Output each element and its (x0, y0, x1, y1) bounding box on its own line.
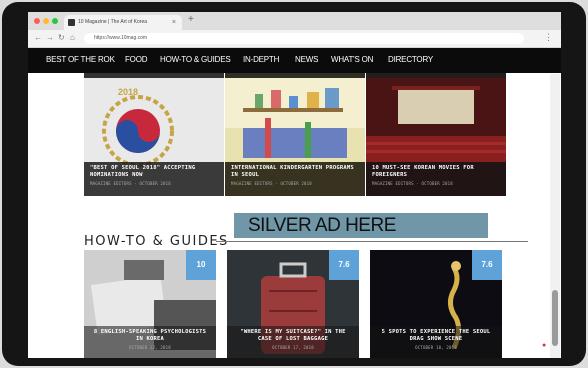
guide-card[interactable]: 7.6 "WHERE IS MY SUITCASE?" IN THE CASE … (227, 250, 359, 358)
browser-window: 10 Magazine | The Art of Korea × + ← → ↻… (28, 12, 561, 358)
silver-ad-banner[interactable]: SILVER AD HERE (234, 213, 488, 238)
card-caption: INTERNATIONAL KINDERGARTEN PROGRAMS IN S… (225, 162, 365, 196)
guide-card[interactable]: 7.6 5 SPOTS TO EXPERIENCE THE SEOUL DRAG… (370, 250, 502, 358)
nav-item-in-depth[interactable]: IN-DEPTH (243, 55, 279, 64)
forward-icon[interactable]: → (46, 33, 54, 42)
favicon-icon (68, 19, 75, 26)
tab-bar: 10 Magazine | The Art of Korea × + (28, 12, 561, 30)
nav-item-food[interactable]: FOOD (125, 55, 148, 64)
article-card[interactable]: INTERNATIONAL KINDERGARTEN PROGRAMS IN S… (225, 73, 365, 196)
section-title: HOW-TO & GUIDES (84, 234, 229, 249)
tab-title: 10 Magazine | The Art of Korea (78, 19, 148, 25)
article-card[interactable]: 2018 "BEST OF SEOUL 2018" ACCEPTING NOMI… (84, 73, 224, 196)
card-title: "WHERE IS MY SUITCASE?" IN THE CASE OF L… (240, 329, 346, 342)
notification-icon[interactable]: ● (542, 342, 550, 350)
window-maximize-button[interactable] (52, 18, 58, 24)
card-caption: "WHERE IS MY SUITCASE?" IN THE CASE OF L… (227, 326, 359, 358)
card-caption: 8 ENGLISH-SPEAKING PSYCHOLOGISTS IN KORE… (84, 326, 216, 358)
new-tab-button[interactable]: + (188, 14, 194, 25)
card-caption: 10 MUST-SEE KOREAN MOVIES FOR FOREIGNERS… (366, 162, 506, 196)
window-minimize-button[interactable] (43, 18, 49, 24)
laptop-bezel: 10 Magazine | The Art of Korea × + ← → ↻… (2, 2, 586, 366)
nav-item-news[interactable]: NEWS (295, 55, 318, 64)
reload-icon[interactable]: ↻ (58, 33, 65, 42)
card-meta: MAGAZINE EDITORS · OCTOBER 2018 (231, 181, 312, 186)
back-icon[interactable]: ← (34, 33, 42, 42)
nav-item-whats-on[interactable]: WHAT'S ON (331, 55, 373, 64)
card-meta: OCTOBER 10, 2018 (415, 345, 457, 350)
score-badge: 10 (186, 250, 216, 280)
card-title: "BEST OF SEOUL 2018" ACCEPTING NOMINATIO… (90, 165, 196, 178)
card-caption: 5 SPOTS TO EXPERIENCE THE SEOUL DRAG SHO… (370, 326, 502, 358)
card-meta: OCTOBER 22, 2018 (129, 345, 171, 350)
card-title: 5 SPOTS TO EXPERIENCE THE SEOUL DRAG SHO… (381, 329, 491, 342)
card-caption: "BEST OF SEOUL 2018" ACCEPTING NOMINATIO… (84, 162, 224, 196)
card-meta: MAGAZINE EDITORS · OCTOBER 2018 (90, 181, 171, 186)
url-input[interactable]: https://www.10mag.com (84, 33, 524, 44)
address-toolbar: ← → ↻ ⌂ https://www.10mag.com ⋮ (28, 30, 561, 48)
guide-card[interactable]: 10 8 ENGLISH-SPEAKING PSYCHOLOGISTS IN K… (84, 250, 216, 358)
nav-item-how-to-guides[interactable]: HOW-TO & GUIDES (160, 55, 231, 64)
nav-item-directory[interactable]: DIRECTORY (388, 55, 433, 64)
card-title: 8 ENGLISH-SPEAKING PSYCHOLOGISTS IN KORE… (93, 329, 207, 342)
card-top-strip (84, 73, 224, 78)
window-close-button[interactable] (34, 18, 40, 24)
card-title: 10 MUST-SEE KOREAN MOVIES FOR FOREIGNERS (372, 165, 474, 178)
site-nav: BEST OF THE ROK FOOD HOW-TO & GUIDES IN-… (28, 48, 561, 73)
card-title: INTERNATIONAL KINDERGARTEN PROGRAMS IN S… (231, 165, 354, 178)
scrollbar-thumb[interactable] (552, 290, 558, 346)
movie-theater-image (366, 78, 506, 162)
card-meta: MAGAZINE EDITORS · OCTOBER 2018 (372, 181, 453, 186)
kindergarten-classroom-image (225, 78, 365, 162)
card-meta: OCTOBER 17, 2018 (272, 345, 314, 350)
score-badge: 7.6 (472, 250, 502, 280)
seoul-award-emblem-icon (98, 87, 178, 167)
browser-menu-icon[interactable]: ⋮ (544, 32, 553, 43)
article-card[interactable]: 10 MUST-SEE KOREAN MOVIES FOR FOREIGNERS… (366, 73, 506, 196)
section-divider (216, 241, 528, 242)
tab-close-icon[interactable]: × (172, 15, 176, 30)
nav-item-best-of-the-rok[interactable]: BEST OF THE ROK (46, 55, 115, 64)
page-scrollbar[interactable] (550, 74, 560, 358)
home-icon[interactable]: ⌂ (70, 33, 75, 42)
browser-tab[interactable]: 10 Magazine | The Art of Korea × (64, 15, 182, 30)
award-year: 2018 (118, 87, 139, 97)
score-badge: 7.6 (329, 250, 359, 280)
